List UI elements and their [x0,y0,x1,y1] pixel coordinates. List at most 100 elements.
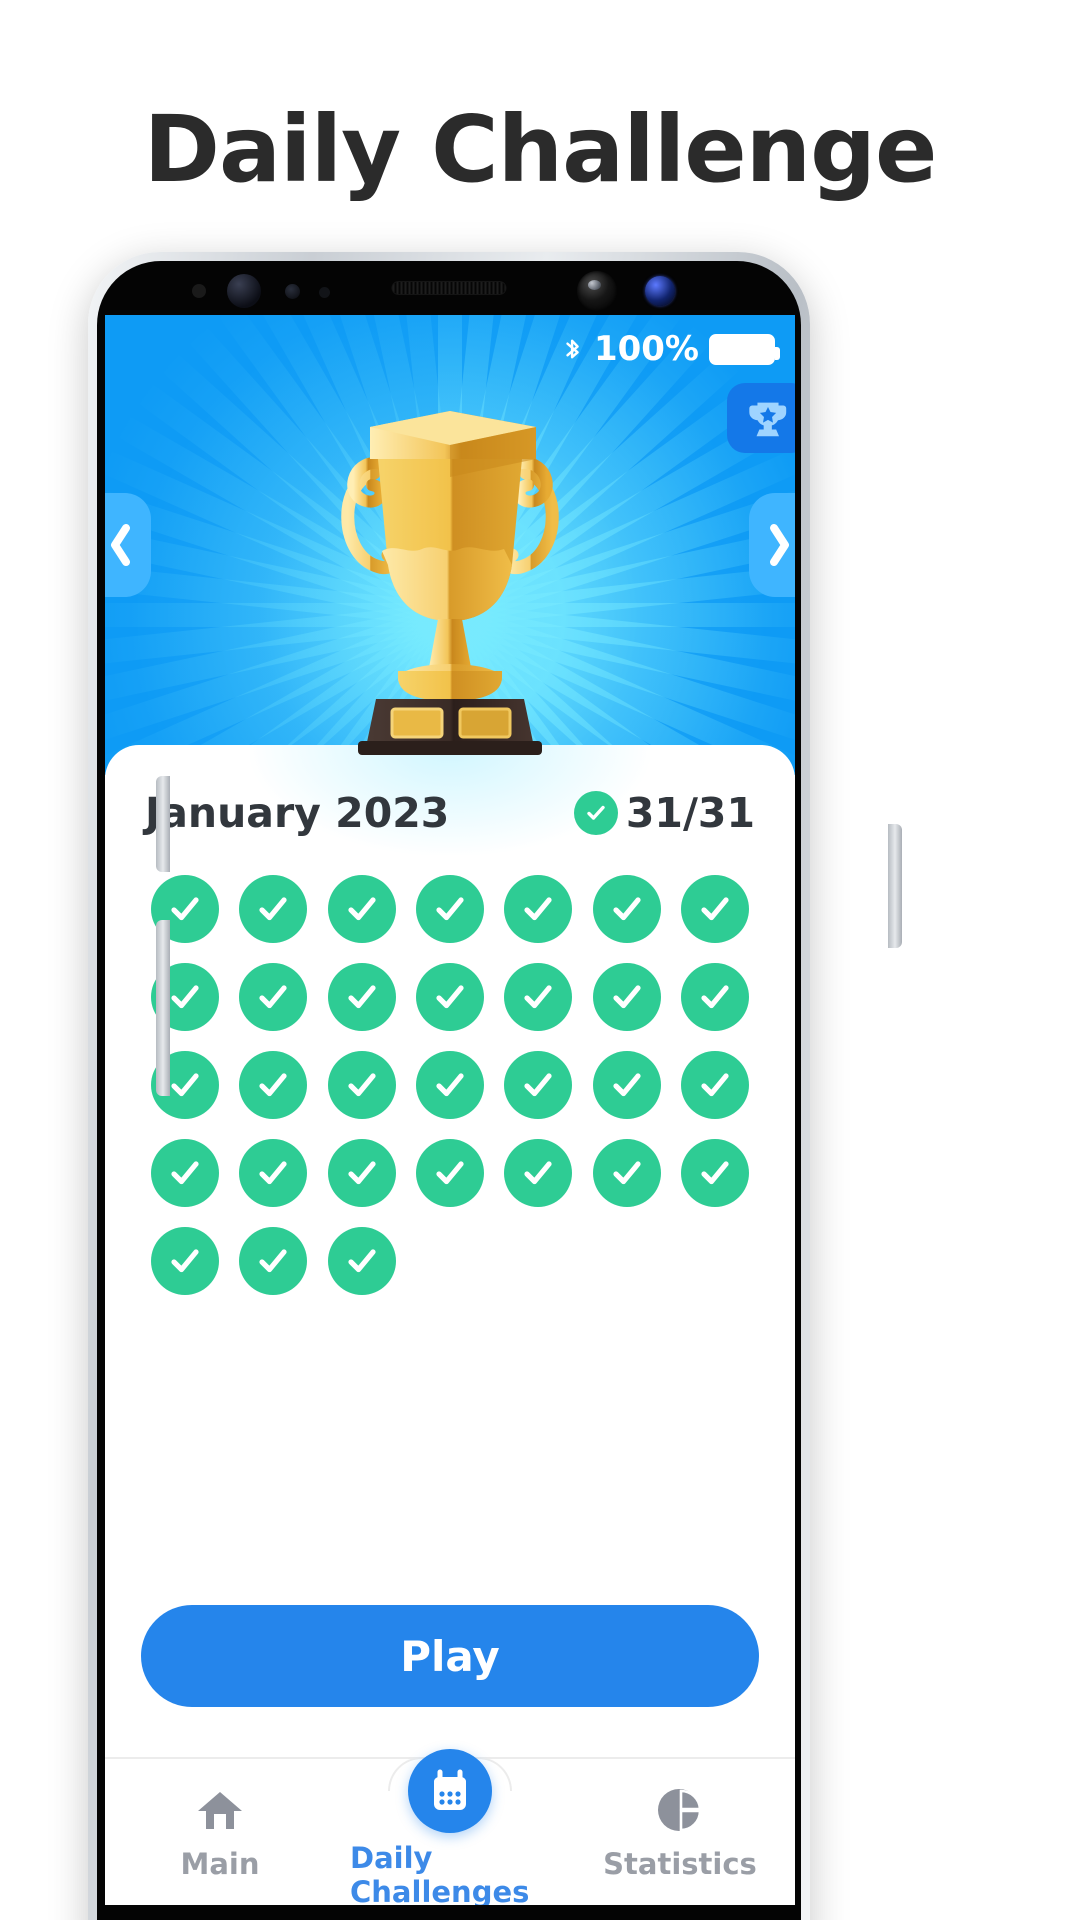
check-glyph-icon [348,897,376,921]
check-glyph-icon [524,1161,552,1185]
achievements-button[interactable] [727,383,795,453]
nav-center-button[interactable] [408,1749,492,1833]
check-glyph-icon [171,1073,199,1097]
chevron-right-icon [770,524,789,566]
check-glyph-icon [436,897,464,921]
check-glyph-icon [612,1161,641,1185]
phone-side-button-power[interactable] [888,824,902,948]
check-glyph-icon [436,985,464,1009]
check-glyph-icon [259,1073,288,1097]
check-glyph-icon [524,1073,552,1097]
check-glyph-icon [259,897,288,921]
day-cell-17[interactable] [327,1051,396,1119]
check-glyph-icon [612,897,641,921]
day-cell-25[interactable] [415,1139,484,1207]
check-glyph-icon [701,1073,729,1097]
check-glyph-icon [171,1161,199,1185]
check-circle-icon [573,791,618,835]
check-glyph-icon [171,897,199,921]
day-cell-14[interactable] [680,963,749,1031]
day-cell-3[interactable] [327,875,396,943]
day-cell-26[interactable] [504,1139,573,1207]
check-glyph-icon [612,1073,641,1097]
pie-chart-icon [655,1783,705,1837]
day-cell-6[interactable] [592,875,661,943]
sensor-dot-icon [319,287,330,298]
day-cell-10[interactable] [327,963,396,1031]
nav-item-main[interactable]: Main [120,1783,320,1881]
nav-item-statistics[interactable]: Statistics [580,1783,780,1881]
check-glyph-icon [524,985,552,1009]
check-glyph-icon [259,985,288,1009]
screenshot-root: Daily Challenge 100% January 2023 31/31 … [0,0,1080,1920]
completion-count-label: 31/31 [625,789,755,837]
calendar-icon [434,1769,466,1810]
phone-bezel: 100% January 2023 31/31 Play Main Daily … [97,261,801,1920]
check-glyph-icon [436,1073,464,1097]
day-cell-19[interactable] [504,1051,573,1119]
nav-item-daily-challenges[interactable]: Daily Challenges [350,1749,550,1905]
day-cell-5[interactable] [504,875,573,943]
previous-challenge-button[interactable] [105,493,151,597]
day-cell-18[interactable] [415,1051,484,1119]
day-cell-21[interactable] [680,1051,749,1119]
check-glyph-icon [171,985,199,1009]
day-cell-16[interactable] [239,1051,308,1119]
bluetooth-icon [566,339,579,359]
check-glyph-icon [701,897,729,921]
phone-mockup-frame: 100% January 2023 31/31 Play Main Daily … [88,252,902,1920]
day-cell-empty [416,1227,484,1295]
nav-item-statistics-label: Statistics [603,1847,757,1881]
day-cell-23[interactable] [239,1139,308,1207]
chevron-left-icon [111,524,130,566]
check-glyph-icon [436,1161,464,1185]
day-grid [141,875,759,1295]
nav-item-daily-challenges-label: Daily Challenges [350,1841,530,1905]
day-cell-28[interactable] [680,1139,749,1207]
day-cell-13[interactable] [592,963,661,1031]
check-glyph-icon [524,897,552,921]
day-cell-31[interactable] [327,1227,396,1295]
trophy-star-icon [749,402,787,437]
battery-percent-label: 100% [593,329,699,369]
day-cell-11[interactable] [415,963,484,1031]
day-cell-27[interactable] [592,1139,661,1207]
nav-items: Main Daily Challenges Statistics [105,1749,795,1905]
day-cell-2[interactable] [239,875,308,943]
month-label: January 2023 [145,789,450,837]
front-camera-icon [577,271,617,311]
day-cell-29[interactable] [151,1227,220,1295]
phone-screen: 100% January 2023 31/31 Play Main Daily … [105,315,795,1905]
proximity-sensor-icon [192,284,206,298]
day-cell-9[interactable] [239,963,308,1031]
front-camera-secondary-icon [227,274,261,308]
check-glyph-icon [259,1249,288,1273]
calendar-card: January 2023 31/31 Play Main Daily Chall… [105,745,795,1905]
day-cell-empty [681,1227,749,1295]
day-cell-empty [593,1227,661,1295]
play-button[interactable]: Play [141,1605,759,1707]
day-cell-22[interactable] [151,1139,220,1207]
check-glyph-icon [171,1249,199,1273]
check-glyph-icon [348,1249,376,1273]
check-glyph-icon [348,985,376,1009]
next-challenge-button[interactable] [749,493,795,597]
day-cell-30[interactable] [239,1227,308,1295]
day-cell-7[interactable] [680,875,749,943]
check-glyph-icon [348,1073,376,1097]
phone-side-button-volume-down[interactable] [156,920,170,1096]
check-glyph-icon [348,1161,376,1185]
day-cell-4[interactable] [415,875,484,943]
iris-scanner-icon [645,276,675,306]
check-glyph-icon [587,805,605,820]
phone-side-button-volume-up[interactable] [156,776,170,872]
day-cell-empty [504,1227,572,1295]
day-cell-24[interactable] [327,1139,396,1207]
battery-full-icon [709,333,780,365]
bottom-navigation: Main Daily Challenges Statistics [105,1749,795,1905]
home-icon [195,1783,245,1837]
nav-item-main-label: Main [180,1847,260,1881]
day-cell-20[interactable] [592,1051,661,1119]
day-cell-12[interactable] [504,963,573,1031]
check-glyph-icon [259,1161,288,1185]
